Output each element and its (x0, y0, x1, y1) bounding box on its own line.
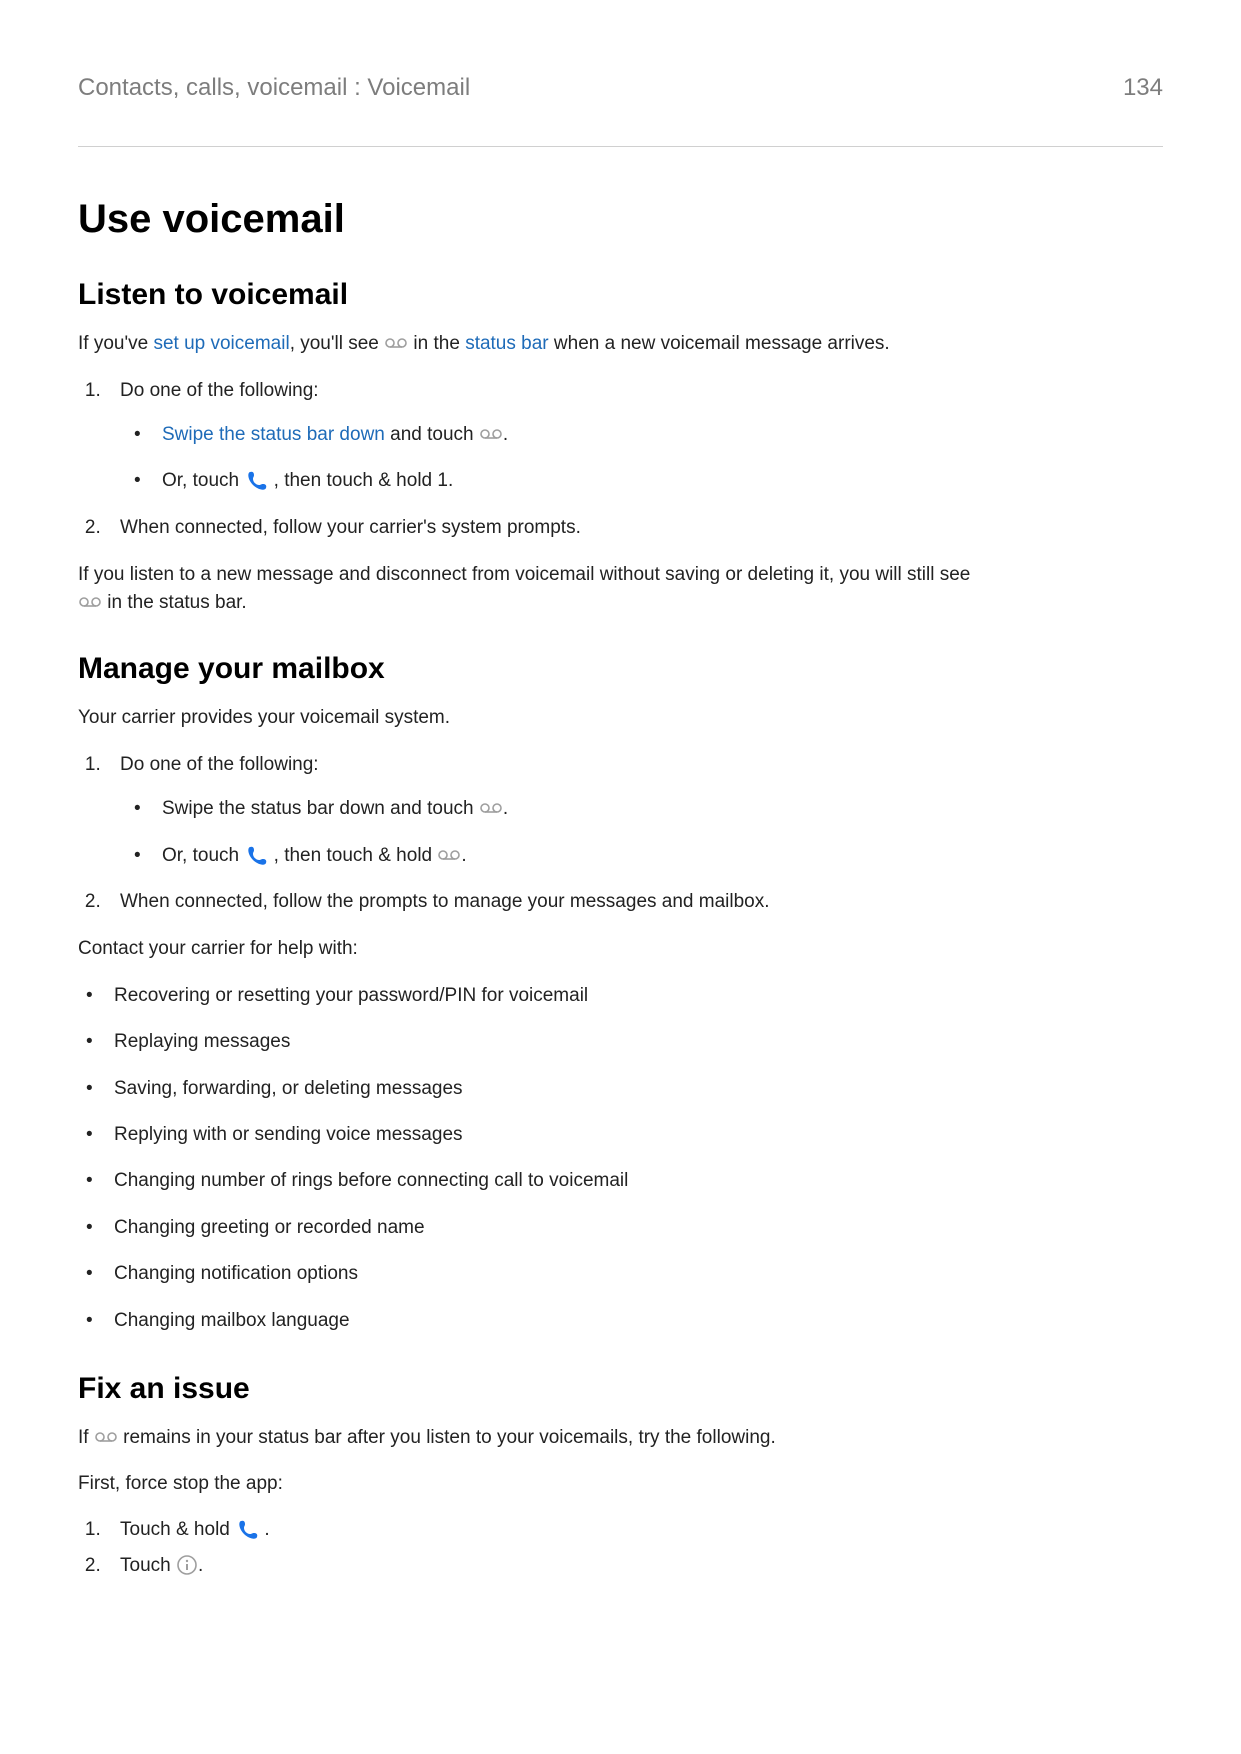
text: If you've (78, 333, 153, 354)
info-icon (176, 1554, 198, 1576)
swipe-status-bar-link[interactable]: Swipe the status bar down (162, 424, 385, 445)
list-item: Do one of the following: Swipe the statu… (106, 750, 1163, 871)
phone-icon (244, 468, 268, 492)
voicemail-icon (384, 335, 408, 351)
breadcrumb: Contacts, calls, voicemail : Voicemail (78, 74, 470, 102)
list-item: Saving, forwarding, or deleting messages (78, 1074, 1163, 1104)
list-item: Do one of the following: Swipe the statu… (106, 376, 1163, 497)
section-heading-manage: Manage your mailbox (78, 652, 1163, 686)
text: If (78, 1427, 94, 1448)
text: , you'll see (290, 333, 384, 354)
list-item: Changing mailbox language (78, 1306, 1163, 1336)
listen-intro: If you've set up voicemail, you'll see i… (78, 330, 1163, 358)
voicemail-icon (437, 847, 461, 863)
list-item: Recovering or resetting your password/PI… (78, 981, 1163, 1011)
list-item: Changing greeting or recorded name (78, 1213, 1163, 1243)
phone-icon (244, 843, 268, 867)
text: Do one of the following: (120, 380, 319, 401)
text: in the (408, 333, 465, 354)
text: . (461, 845, 466, 866)
page-header: Contacts, calls, voicemail : Voicemail 1… (78, 74, 1163, 102)
list-item: Or, touch , then touch & hold 1. (126, 466, 1163, 496)
text: . (198, 1555, 203, 1576)
text: and touch (385, 424, 479, 445)
list-item: Replying with or sending voice messages (78, 1120, 1163, 1150)
fix-intro: If remains in your status bar after you … (78, 1424, 1163, 1452)
listen-substeps: Swipe the status bar down and touch . Or… (126, 420, 1163, 497)
listen-outro: If you listen to a new message and disco… (78, 561, 1163, 616)
list-item: Replaying messages (78, 1027, 1163, 1057)
set-up-voicemail-link[interactable]: set up voicemail (153, 333, 289, 354)
section-heading-listen: Listen to voicemail (78, 278, 1163, 312)
text: Do one of the following: (120, 754, 319, 775)
list-item: Swipe the status bar down and touch . (126, 420, 1163, 450)
page-title: Use voicemail (78, 197, 1163, 242)
text: in the status bar. (102, 592, 247, 613)
text: Swipe the status bar down and touch (162, 798, 479, 819)
voicemail-icon (78, 594, 102, 610)
text: when a new voicemail message arrives. (549, 333, 890, 354)
phone-icon (235, 1517, 259, 1541)
listen-steps: Do one of the following: Swipe the statu… (78, 376, 1163, 544)
list-item: Changing notification options (78, 1259, 1163, 1289)
section-heading-fix: Fix an issue (78, 1372, 1163, 1406)
page-number: 134 (1123, 74, 1163, 102)
text: , then touch & hold (268, 845, 437, 866)
list-item: Or, touch , then touch & hold . (126, 841, 1163, 871)
list-item: When connected, follow your carrier's sy… (106, 513, 1163, 543)
manage-intro: Your carrier provides your voicemail sys… (78, 704, 1163, 732)
header-divider (78, 146, 1163, 147)
manage-contact: Contact your carrier for help with: (78, 935, 1163, 963)
fix-steps: Touch & hold . Touch . (78, 1515, 1163, 1582)
text: remains in your status bar after you lis… (118, 1427, 776, 1448)
list-item: Touch . (106, 1551, 1163, 1581)
text: Or, touch (162, 470, 244, 491)
text: . (503, 424, 508, 445)
list-item: Touch & hold . (106, 1515, 1163, 1545)
text: . (259, 1519, 270, 1540)
manage-bullets: Recovering or resetting your password/PI… (78, 981, 1163, 1336)
list-item: When connected, follow the prompts to ma… (106, 887, 1163, 917)
text: . (503, 798, 508, 819)
status-bar-link[interactable]: status bar (465, 333, 548, 354)
voicemail-icon (479, 426, 503, 442)
list-item: Swipe the status bar down and touch . (126, 794, 1163, 824)
manage-steps: Do one of the following: Swipe the statu… (78, 750, 1163, 918)
fix-force: First, force stop the app: (78, 1470, 1163, 1498)
text: Or, touch (162, 845, 244, 866)
voicemail-icon (94, 1429, 118, 1445)
text: If you listen to a new message and disco… (78, 564, 970, 585)
voicemail-icon (479, 800, 503, 816)
text: Touch (120, 1555, 176, 1576)
manage-substeps: Swipe the status bar down and touch . Or… (126, 794, 1163, 871)
text: , then touch & hold 1. (268, 470, 453, 491)
text: Touch & hold (120, 1519, 235, 1540)
list-item: Changing number of rings before connecti… (78, 1166, 1163, 1196)
